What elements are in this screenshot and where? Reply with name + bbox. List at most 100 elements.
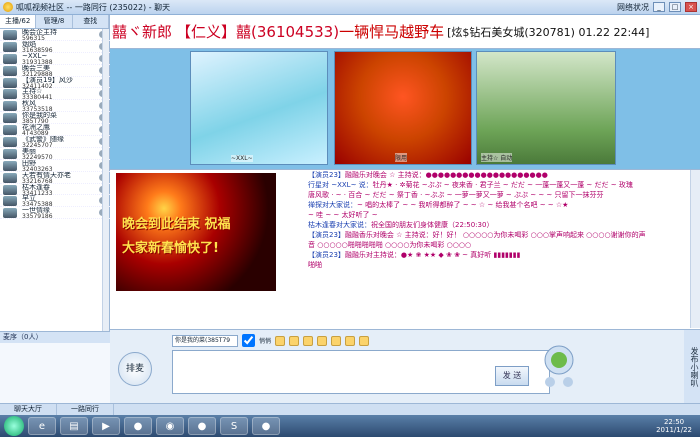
avatar xyxy=(3,113,17,124)
message-text: 融融乐对主持说：●★ ❀ ★★ ◆ ❀ ❀ ~ 真好听 ▮▮▮▮▮▮▮ xyxy=(344,251,521,259)
mic-queue-label: 麦序（0人） xyxy=(0,332,110,343)
avatar xyxy=(3,77,17,88)
message-input[interactable] xyxy=(172,350,550,394)
tab-search[interactable]: 查找 xyxy=(73,15,109,28)
image-icon[interactable] xyxy=(331,335,342,346)
user-list-item[interactable]: 烟焰 31638596 xyxy=(0,41,110,53)
close-button[interactable]: × xyxy=(685,2,697,12)
user-list-item[interactable]: 早立 33475388 xyxy=(0,195,110,208)
whisper-checkbox[interactable] xyxy=(242,334,255,347)
status-bar: 聊天大厅 一路同行 xyxy=(0,403,700,415)
maximize-button[interactable]: □ xyxy=(669,2,681,12)
video-feed-2[interactable]: 限用 xyxy=(334,51,472,165)
send-button[interactable]: 发 送 xyxy=(495,366,529,386)
video-feed-1[interactable]: ~XXL~ xyxy=(190,51,328,165)
user-list-item[interactable]: 一世情缘 33579186 xyxy=(0,207,110,221)
marquee-receiver: 【仁义】囍(36104533) xyxy=(176,23,340,41)
frog-app-icon[interactable]: ● xyxy=(124,417,152,435)
tab-admins[interactable]: 管理/8 xyxy=(36,15,73,28)
video-feed-3[interactable]: 主持☆ 自动 xyxy=(476,51,616,165)
user-list-item[interactable]: 晚会三美 32129888 xyxy=(0,65,110,77)
user-list-item[interactable]: 美丽 32249570 xyxy=(0,148,110,160)
network-status[interactable]: 网络状况 xyxy=(617,2,649,13)
user-list-item[interactable]: 你是我的菜 385T790 xyxy=(0,112,110,125)
user-list-item[interactable]: ~XXL~ 31931388 xyxy=(0,53,110,65)
start-button[interactable] xyxy=(4,416,24,436)
chat-message: 唐风歌 · ~ · 百合 ~ だだ ~ 祭丁香 · ~ぷぷ ~ 一萝一萝又一萝 … xyxy=(308,190,686,200)
qq-icon[interactable]: ◉ xyxy=(156,417,184,435)
avatar xyxy=(3,160,17,171)
banner-line-2: 大家新春愉快了! xyxy=(122,241,219,256)
title-bar: 呱呱视频社区 -- 一路同行 (235022) - 聊天 网络状况 _ □ × xyxy=(0,0,700,15)
color-icon[interactable] xyxy=(289,335,300,346)
user-list-item[interactable]: 晚会企主持 596315 xyxy=(0,29,110,42)
message-sender[interactable]: 【演员23】 xyxy=(308,251,345,259)
user-id: 33579186 xyxy=(22,213,53,221)
user-list-item[interactable]: 花洲之鹰 4T43089 xyxy=(0,124,110,137)
marquee-room: [炫$钻石美女城(320781) 01.22 22:44] xyxy=(447,25,650,39)
settings-icon[interactable] xyxy=(359,335,370,346)
ie-icon[interactable]: e xyxy=(28,417,56,435)
user-list-item[interactable]: 主持☆ 33380441 xyxy=(0,88,110,101)
user-list-item[interactable]: 《武警》随缘 32245707 xyxy=(0,136,110,149)
avatar xyxy=(3,172,17,183)
message-text: 牡丹★ · ✲菊花 ~ぷぷ ~ 夜来香 · 君子兰 ~ だだ ~ 一蓬一蓬又一蓬… xyxy=(372,181,633,189)
user-list-item[interactable]: 【演员19】风沙 32411402 xyxy=(0,77,110,89)
avatar xyxy=(3,148,17,159)
message-text: ~ 唱的太棒了 ~ ~ 我听得都醉了 ~ ~ ☆ ~ 给我甚个名吧 ~ ~ ☆★ xyxy=(357,201,569,209)
queue-mic-button[interactable]: 排麦 xyxy=(118,352,152,386)
whisper-label: 悄悄 xyxy=(259,338,272,345)
avatar xyxy=(3,65,17,76)
explorer-icon[interactable]: ▤ xyxy=(60,417,88,435)
chat-message: 枯木逢春对大家说：祝全国的朋友们身体健康（22:50:30） xyxy=(308,220,686,230)
video-label-2: 限用 xyxy=(395,153,408,162)
sogou-icon[interactable]: S xyxy=(220,417,248,435)
message-sender[interactable]: 【演员23】 xyxy=(308,171,345,179)
chat-messages[interactable]: 【演员23】融融乐对晚会 ☆ 主持说：●●●●●●●●●●●●●●●●●●●● 行… xyxy=(308,170,686,328)
gift-icon[interactable] xyxy=(317,335,328,346)
frog-app-2-icon[interactable]: ● xyxy=(188,417,216,435)
mic-queue-panel: 麦序（0人） xyxy=(0,331,110,403)
message-sender[interactable]: 【演员23】 xyxy=(308,231,345,239)
message-sender[interactable]: 禅探对大家说： xyxy=(308,201,357,209)
frog-app-3-icon[interactable]: ● xyxy=(252,417,280,435)
video-area: ~XXL~ 限用 主持☆ 自动 xyxy=(110,49,700,169)
media-player-icon[interactable]: ▶ xyxy=(92,417,120,435)
message-text: 融融乐对晚会 ☆ 主持说：●●●●●●●●●●●●●●●●●●●● xyxy=(344,171,548,179)
user-list-item[interactable]: 秋风 33753518 xyxy=(0,100,110,113)
mic-settings-icon[interactable] xyxy=(542,342,576,392)
window-title: 呱呱视频社区 -- 一路同行 (235022) - 聊天 xyxy=(16,2,171,12)
clock-date: 2011/1/22 xyxy=(656,426,692,434)
message-text: 啪啪 xyxy=(308,261,322,269)
tab-lobby[interactable]: 聊天大厅 xyxy=(0,404,57,415)
user-list-scrollbar[interactable] xyxy=(102,29,109,331)
font-icon[interactable] xyxy=(275,335,286,346)
message-sender[interactable]: 枯木逢春对大家说： xyxy=(308,221,371,229)
app-window: 呱呱视频社区 -- 一路同行 (235022) - 聊天 网络状况 _ □ × … xyxy=(0,0,700,437)
user-list-item[interactable]: 田野 32403263 xyxy=(0,160,110,172)
publish-horn-button[interactable]: 发布小喇叭 xyxy=(684,330,700,404)
message-text: 融融香乐对晚会 ☆ 主持说：好！好！ ○○○○○为你未喝彩 ○○○掌声响起来 ○… xyxy=(344,231,646,239)
chat-message: 【演员23】融融香乐对晚会 ☆ 主持说：好！好！ ○○○○○为你未喝彩 ○○○掌… xyxy=(308,230,686,240)
user-list[interactable]: 晚会企主持 596315 烟焰 31638596 ~XXL~ 31931388 晚会三美 32… xyxy=(0,29,110,331)
left-panel: 主播/62 管理/8 查找 晚会企主持 596315 烟焰 31638596 ~XXL~… xyxy=(0,15,110,403)
tab-room[interactable]: 一路同行 xyxy=(57,404,114,415)
banner-line-1: 晚会到此结束 祝福 xyxy=(122,217,231,232)
user-list-item[interactable]: 枯木逢春 33411233 xyxy=(0,184,110,196)
clear-icon[interactable] xyxy=(345,335,356,346)
tab-hosts[interactable]: 主播/62 xyxy=(0,15,37,28)
minimize-button[interactable]: _ xyxy=(653,2,665,12)
system-clock[interactable]: 22:50 2011/1/22 xyxy=(656,418,700,434)
chat-scrollbar[interactable] xyxy=(690,170,700,328)
recipient-select[interactable]: 你是我的菜(385T79 xyxy=(172,334,238,347)
message-text: 祝全国的朋友们身体健康（22:50:30） xyxy=(371,221,494,229)
chat-message: 【演员23】融融乐对晚会 ☆ 主持说：●●●●●●●●●●●●●●●●●●●● xyxy=(308,170,686,180)
message-text: 唐风歌 · ~ · 百合 ~ だだ ~ 祭丁香 · ~ぷぷ ~ 一萝一萝又一萝 … xyxy=(308,191,604,199)
chat-area: 晚会到此结束 祝福 大家新春愉快了! 【演员23】融融乐对晚会 ☆ 主持说：●●… xyxy=(110,169,700,329)
avatar xyxy=(3,101,17,112)
emoji-icon[interactable] xyxy=(303,335,314,346)
user-list-item[interactable]: 天若有情天亦老 33216768 xyxy=(0,172,110,184)
app-logo-icon xyxy=(3,2,13,12)
message-sender[interactable]: 行星对 ~XXL~ 说： xyxy=(308,181,373,189)
chat-message: 音 ○○○○○啪啪啪啪啪 ○○○○为你未喝彩 ○○○○ xyxy=(308,240,686,250)
